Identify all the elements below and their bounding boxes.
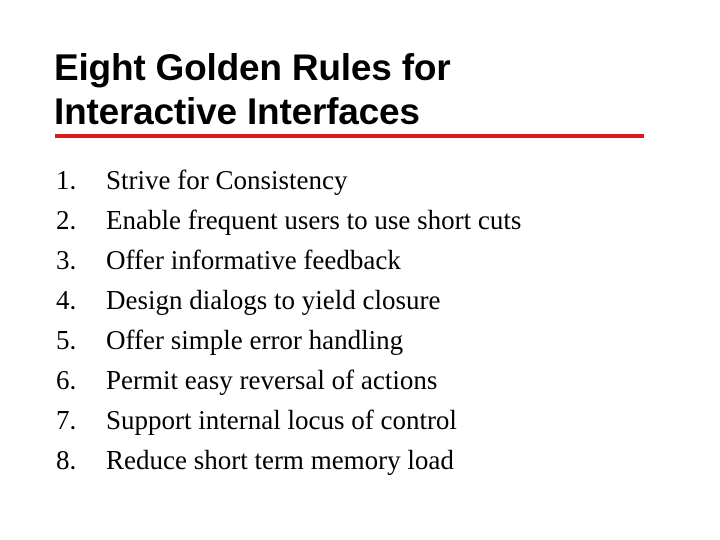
list-item: 3. Offer informative feedback bbox=[56, 240, 676, 280]
list-item-label: Support internal locus of control bbox=[106, 405, 457, 435]
slide-canvas: Eight Golden Rules for Interactive Inter… bbox=[0, 0, 720, 540]
list-item-label: Design dialogs to yield closure bbox=[106, 285, 441, 315]
list-item: 5. Offer simple error handling bbox=[56, 320, 676, 360]
list-item: 8. Reduce short term memory load bbox=[56, 440, 676, 480]
list-item-number: 2. bbox=[56, 205, 77, 235]
slide-title-line-2: Interactive Interfaces bbox=[54, 91, 420, 132]
list-item: 1. Strive for Consistency bbox=[56, 160, 676, 200]
title-underline-rule bbox=[55, 134, 644, 138]
list-item-label: Offer simple error handling bbox=[106, 325, 404, 355]
list-item-number: 6. bbox=[56, 365, 77, 395]
list-item-label: Reduce short term memory load bbox=[106, 445, 454, 475]
list-item-label: Offer informative feedback bbox=[106, 245, 401, 275]
list-item-label: Strive for Consistency bbox=[106, 165, 348, 195]
list-item-number: 7. bbox=[56, 405, 77, 435]
list-item-label: Enable frequent users to use short cuts bbox=[106, 205, 522, 235]
list-item: 2. Enable frequent users to use short cut… bbox=[56, 200, 676, 240]
slide-title: Eight Golden Rules for Interactive Inter… bbox=[54, 46, 654, 134]
list-item: 6. Permit easy reversal of actions bbox=[56, 360, 676, 400]
list-item: 4. Design dialogs to yield closure bbox=[56, 280, 676, 320]
slide-title-line-1: Eight Golden Rules for bbox=[54, 47, 451, 88]
list-item-number: 8. bbox=[56, 445, 77, 475]
list-item-number: 4. bbox=[56, 285, 77, 315]
list-item: 7. Support internal locus of control bbox=[56, 400, 676, 440]
list-item-number: 5. bbox=[56, 325, 77, 355]
list-item-label: Permit easy reversal of actions bbox=[106, 365, 438, 395]
list-item-number: 3. bbox=[56, 245, 77, 275]
list-item-number: 1. bbox=[56, 165, 77, 195]
golden-rules-list: 1. Strive for Consistency 2. Enable frequen… bbox=[56, 160, 676, 480]
